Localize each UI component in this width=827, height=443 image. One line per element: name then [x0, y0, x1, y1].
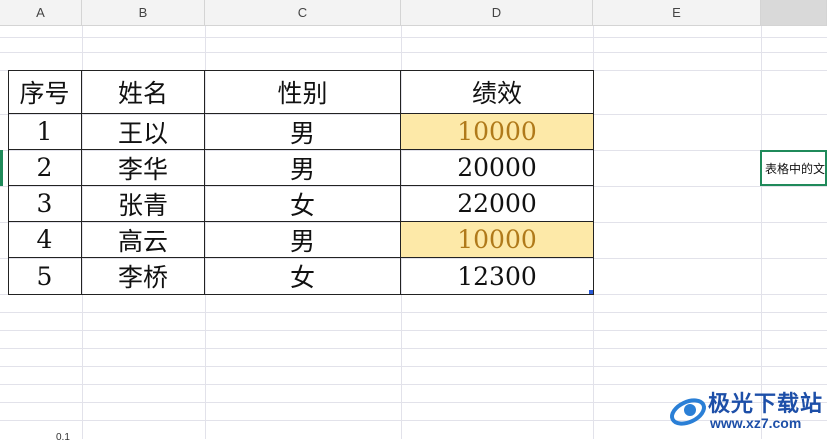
cell-text: 李华 — [117, 154, 168, 184]
column-header-e[interactable]: E — [593, 0, 761, 26]
column-header-d[interactable]: D — [401, 0, 593, 26]
column-label: C — [297, 5, 308, 20]
column-header-a[interactable]: A — [0, 0, 82, 26]
cell-no[interactable]: 3 — [8, 186, 82, 222]
cell-text: 男 — [289, 154, 315, 184]
cell-text: 3 — [36, 189, 53, 218]
column-label: A — [36, 5, 45, 20]
cell-no[interactable]: 4 — [8, 222, 82, 258]
cell-text: 22000 — [457, 189, 537, 218]
cell-text: 男 — [289, 118, 315, 148]
cell-no[interactable]: 1 — [8, 114, 82, 150]
column-label: D — [491, 5, 502, 20]
spreadsheet: A B C D E 序号 姓名 性别 绩效 1 王以 男 10000 2 李华 … — [0, 0, 827, 443]
header-text: 序号 — [19, 78, 70, 108]
cell-name[interactable]: 李桥 — [82, 258, 205, 295]
cell-text: 10000 — [457, 225, 537, 254]
cell-text: 李桥 — [117, 263, 168, 292]
header-cell-name[interactable]: 姓名 — [82, 70, 205, 114]
cell-score[interactable]: 20000 — [401, 150, 594, 186]
column-header-c[interactable]: C — [205, 0, 401, 26]
cell-text: 20000 — [457, 153, 537, 182]
cell-text: 高云 — [117, 226, 168, 256]
cell-gender[interactable]: 男 — [205, 222, 401, 258]
cell-score-highlighted[interactable]: 10000 — [401, 114, 594, 150]
cell-no[interactable]: 5 — [8, 258, 82, 295]
cell-name[interactable]: 高云 — [82, 222, 205, 258]
cell-text: 女 — [289, 190, 315, 220]
column-label: E — [672, 5, 681, 20]
header-text: 性别 — [277, 78, 328, 108]
cell-gender[interactable]: 男 — [205, 114, 401, 150]
grid-line — [0, 384, 827, 385]
cell-text: 男 — [289, 226, 315, 256]
cell-score[interactable]: 12300 — [401, 258, 594, 295]
grid-line — [0, 348, 827, 349]
cell-text: 5 — [36, 261, 53, 291]
selected-cell-text: 表格中的文 — [765, 161, 826, 176]
grid-line — [0, 312, 827, 313]
cell-no[interactable]: 2 — [8, 150, 82, 186]
cell-text: 12300 — [457, 261, 537, 291]
cell-score[interactable]: 22000 — [401, 186, 594, 222]
column-label: B — [138, 5, 148, 20]
cell-gender[interactable]: 女 — [205, 258, 401, 295]
grid-line — [0, 37, 827, 38]
column-header-b[interactable]: B — [82, 0, 205, 26]
row-selection-marker — [0, 150, 3, 186]
cell-score-highlighted[interactable]: 10000 — [401, 222, 594, 258]
cell-gender[interactable]: 女 — [205, 186, 401, 222]
header-cell-no[interactable]: 序号 — [8, 70, 82, 114]
cell-text: 女 — [289, 263, 315, 292]
header-cell-gender[interactable]: 性别 — [205, 70, 401, 114]
watermark-title: 极光下载站 — [708, 392, 824, 417]
header-text: 姓名 — [117, 78, 168, 108]
cell-name[interactable]: 张青 — [82, 186, 205, 222]
grid-line — [0, 52, 827, 53]
cell-text: 2 — [36, 153, 53, 182]
cell-name[interactable]: 王以 — [82, 114, 205, 150]
cell-name[interactable]: 李华 — [82, 150, 205, 186]
column-header-f[interactable] — [761, 0, 827, 26]
cell-gender[interactable]: 男 — [205, 150, 401, 186]
partial-cell-text: 0.1 — [56, 432, 70, 443]
cell-text: 4 — [36, 225, 53, 254]
watermark: 极光下载站 www.xz7.com — [668, 386, 827, 439]
cell-text: 1 — [36, 117, 53, 146]
grid-line — [0, 366, 827, 367]
cell-text: 王以 — [117, 118, 168, 148]
logo-icon — [670, 398, 706, 426]
grid-line — [0, 330, 827, 331]
header-text: 绩效 — [471, 78, 522, 108]
header-cell-score[interactable]: 绩效 — [401, 70, 594, 114]
selected-cell[interactable]: 表格中的文 — [760, 150, 827, 186]
watermark-url: www.xz7.com — [710, 415, 802, 431]
fill-handle[interactable] — [589, 290, 593, 294]
grid-line — [761, 26, 762, 439]
cell-text: 张青 — [117, 190, 168, 220]
cell-text: 10000 — [457, 117, 537, 146]
